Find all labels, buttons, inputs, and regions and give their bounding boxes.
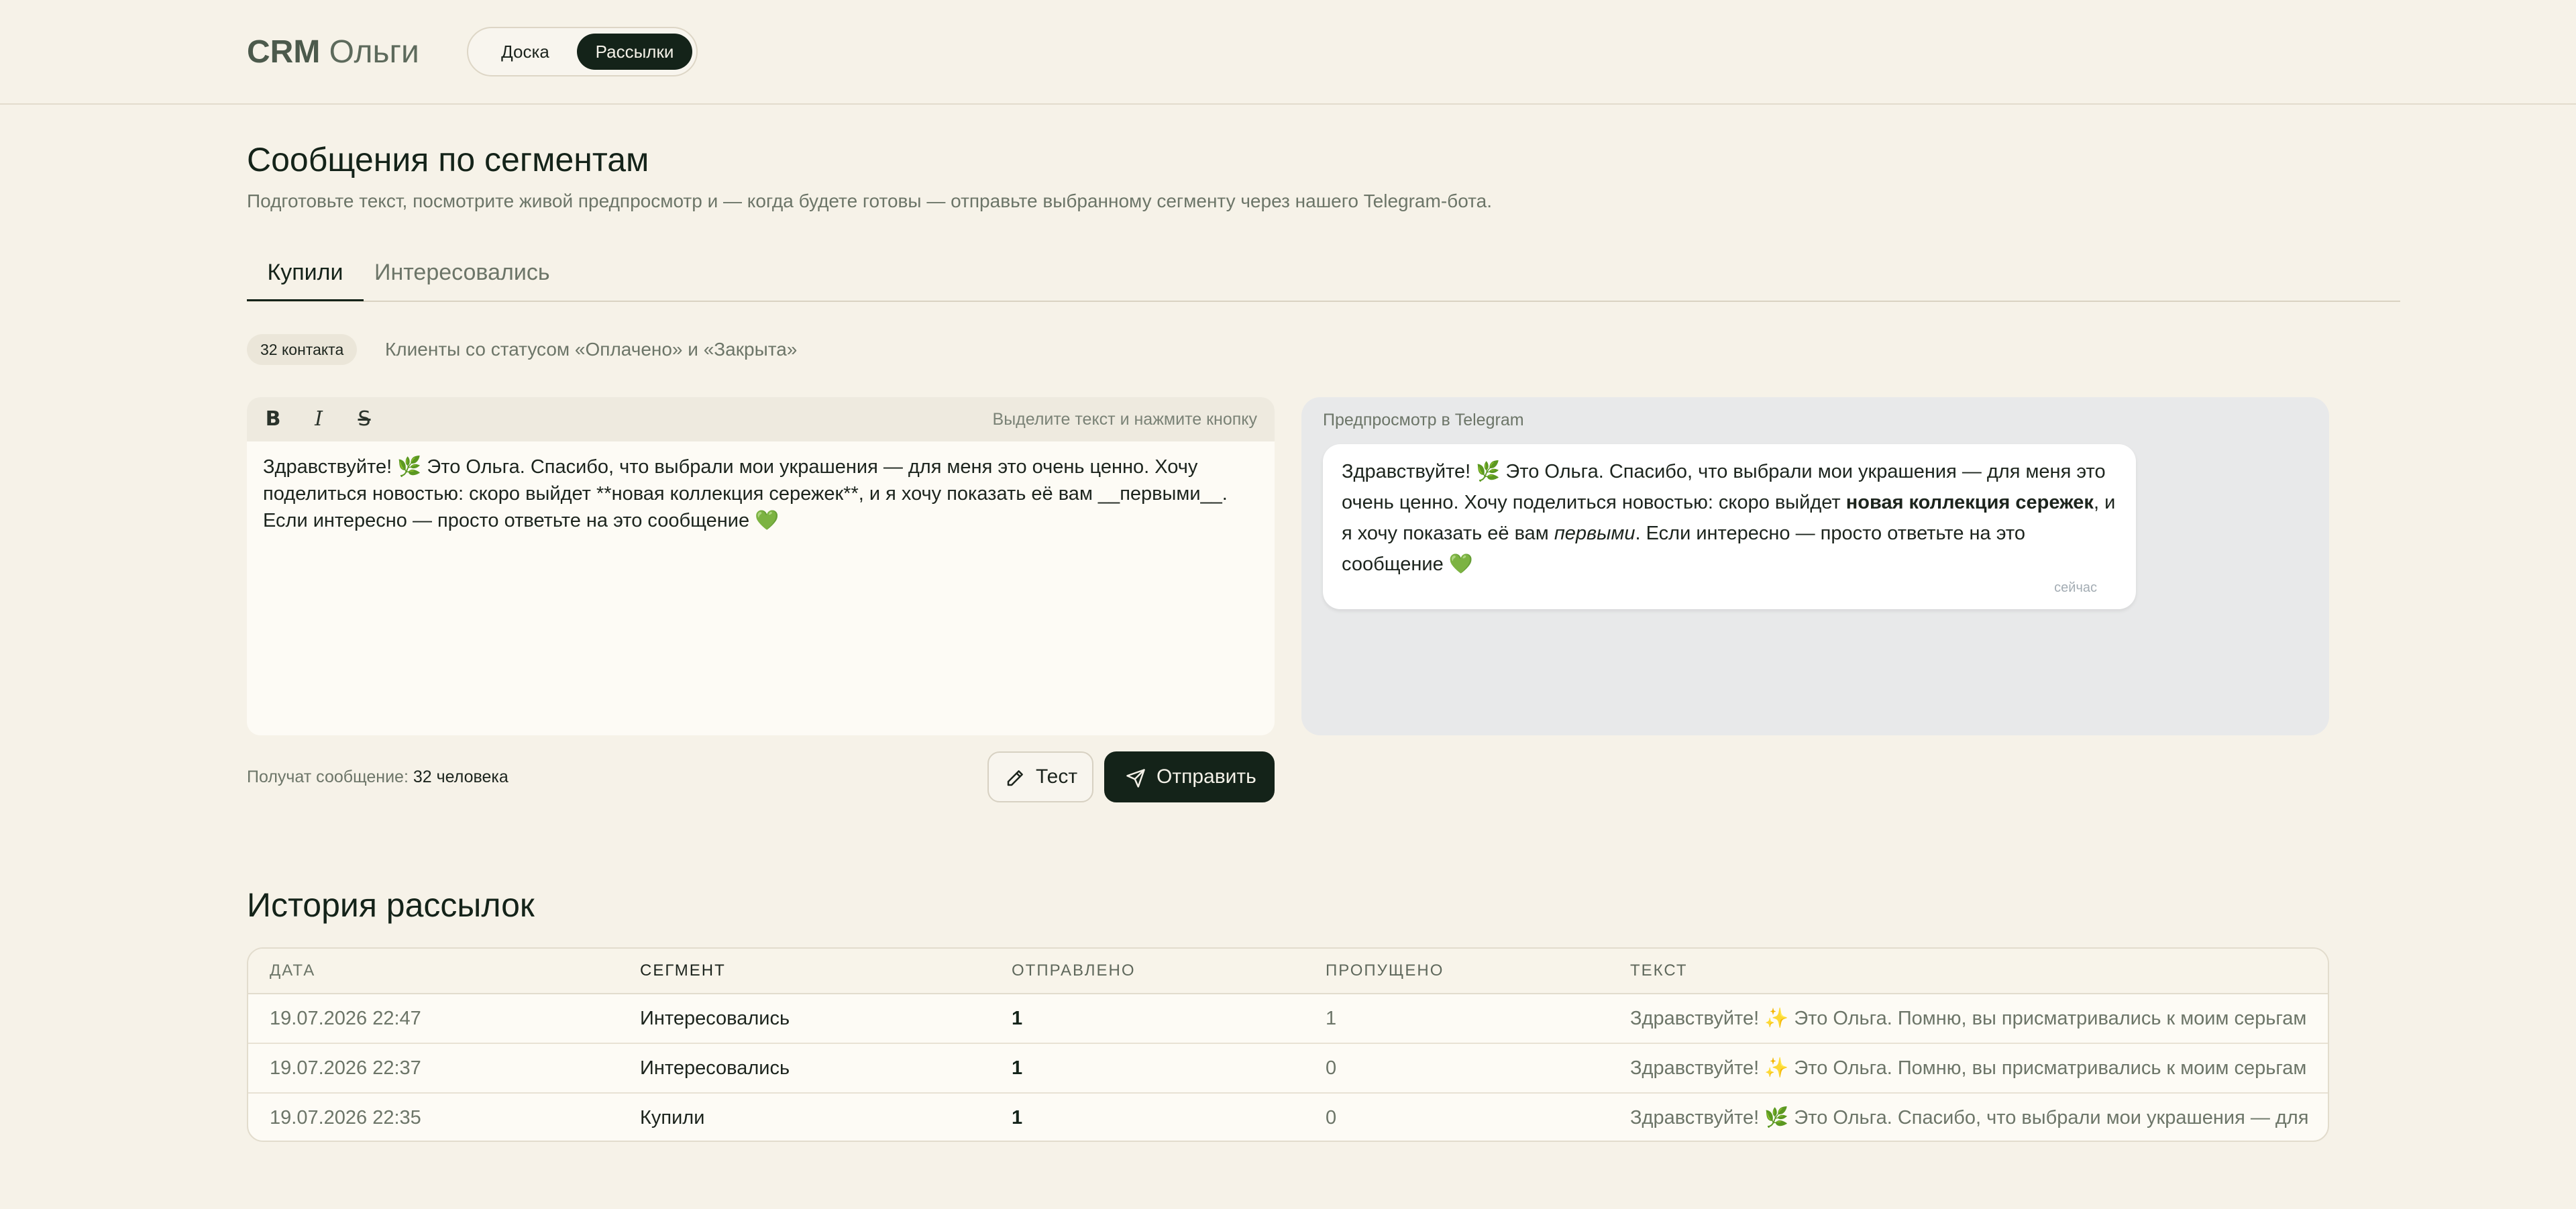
column-skipped: ПРОПУЩЕНО [1326,961,1444,980]
pencil-icon [1007,770,1023,786]
preview-bold-text: новая коллекция сережек [1845,492,2094,513]
cell-skipped: 1 [1326,1008,1337,1029]
preview-label: Предпросмотр в Telegram [1323,411,1524,429]
telegram-preview: Предпросмотр в Telegram Здравствуйте! 🌿 … [1301,397,2329,735]
cell-sent: 1 [1012,1107,1023,1128]
main-nav: Доска Рассылки [467,27,698,76]
app-header: CRM Ольги Доска Рассылки [0,0,2576,105]
recipients-info: Получат сообщение: 32 человека [247,764,508,790]
cell-text: Здравствуйте! ✨ Это Ольга. Помню, вы при… [1630,1057,2307,1079]
test-button-label: Тест [1036,766,1078,788]
app-logo[interactable]: CRM Ольги [247,31,419,74]
column-sent: ОТПРАВЛЕНО [1012,961,1136,980]
column-text: ТЕКСТ [1630,961,1688,980]
column-date: ДАТА [270,961,316,980]
segment-description: Клиенты со статусом «Оплачено» и «Закрыт… [385,339,798,360]
cell-segment: Интересовались [640,1057,790,1079]
preview-message-text: Здравствуйте! 🌿 Это Ольга. Спасибо, что … [1342,456,2117,580]
page: CRM Ольги Доска Рассылки Сообщения по се… [0,0,2576,1209]
table-row[interactable]: 19.07.2026 22:35 Купили 1 0 Здравствуйте… [248,1094,2328,1141]
cell-date: 19.07.2026 22:47 [270,1008,421,1029]
cell-segment: Интересовались [640,1008,790,1029]
nav-board-button[interactable]: Доска [475,34,576,70]
cell-skipped: 0 [1326,1057,1337,1079]
strikethrough-button[interactable]: S [347,403,381,436]
cell-sent: 1 [1012,1008,1023,1029]
nav-mailings-button[interactable]: Рассылки [577,34,692,70]
cell-skipped: 0 [1326,1107,1337,1128]
table-row[interactable]: 19.07.2026 22:47 Интересовались 1 1 Здра… [248,994,2328,1044]
cell-date: 19.07.2026 22:37 [270,1057,421,1079]
cell-sent: 1 [1012,1057,1023,1079]
page-subtitle: Подготовьте текст, посмотрите живой пред… [247,191,1493,211]
recipients-label: Получат сообщение: [247,768,409,786]
logo-rest: Ольги [320,34,419,70]
toolbar-hint: Выделите текст и нажмите кнопку [992,410,1257,429]
preview-message-bubble: Здравствуйте! 🌿 Это Ольга. Спасибо, что … [1323,444,2136,609]
italic-button[interactable]: I [302,403,335,436]
recipients-count: 32 человека [413,768,508,786]
send-button[interactable]: Отправить [1104,751,1275,802]
cell-segment: Купили [640,1107,705,1128]
send-button-label: Отправить [1157,766,1256,788]
contacts-count-badge: 32 контакта [247,334,358,365]
bold-button[interactable]: B [256,403,290,436]
preview-timestamp: сейчас [2054,580,2097,595]
message-textarea[interactable]: Здравствуйте! 🌿 Это Ольга. Спасибо, что … [263,454,1256,722]
history-table: ДАТА СЕГМЕНТ ОТПРАВЛЕНО ПРОПУЩЕНО ТЕКСТ … [247,947,2329,1142]
send-icon [1126,769,1145,788]
preview-italic-text: первыми [1554,523,1635,544]
segment-tabs: Купили Интересовались [247,252,2400,302]
cell-text: Здравствуйте! ✨ Это Ольга. Помню, вы при… [1630,1008,2307,1029]
tab-interested[interactable]: Интересовались [374,252,550,301]
cell-text: Здравствуйте! 🌿 Это Ольга. Спасибо, что … [1630,1107,2309,1128]
column-segment: СЕГМЕНТ [640,961,726,980]
editor-toolbar: B I S Выделите текст и нажмите кнопку [247,397,1275,441]
tab-bought[interactable]: Купили [247,252,364,301]
table-row[interactable]: 19.07.2026 22:37 Интересовались 1 0 Здра… [248,1044,2328,1094]
logo-bold: CRM [247,34,321,70]
history-title: История рассылок [247,886,535,924]
table-header: ДАТА СЕГМЕНТ ОТПРАВЛЕНО ПРОПУЩЕНО ТЕКСТ [248,949,2328,994]
cell-date: 19.07.2026 22:35 [270,1107,421,1128]
test-button[interactable]: Тест [987,751,1093,802]
page-title: Сообщения по сегментам [247,141,649,178]
message-editor: B I S Выделите текст и нажмите кнопку Зд… [247,397,1275,735]
